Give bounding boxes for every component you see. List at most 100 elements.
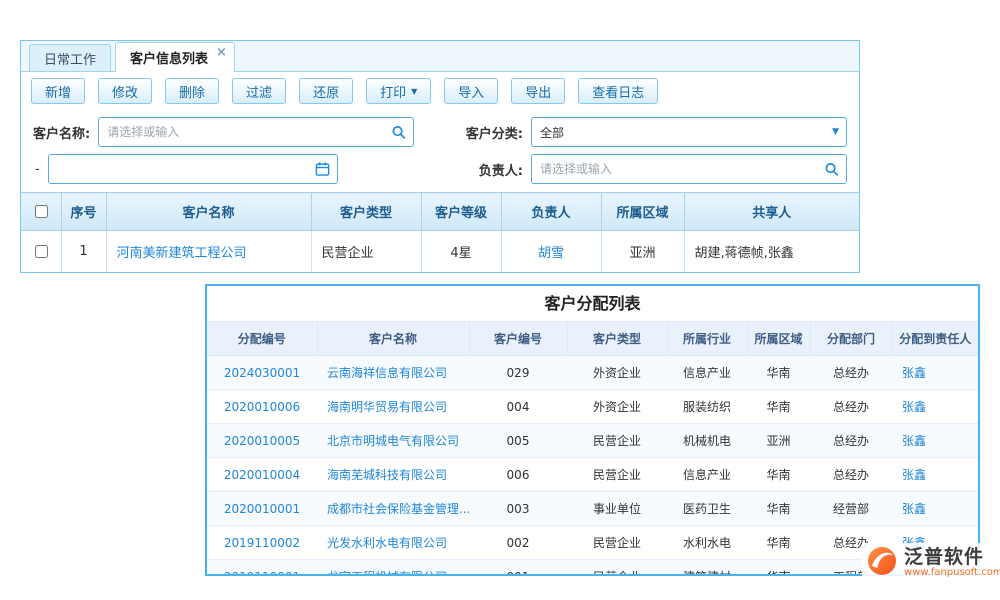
- filter-area: 客户名称: 客户分类: 全部 ▼ -: [21, 108, 859, 192]
- customer-name-link[interactable]: 河南美新建筑工程公司: [117, 246, 247, 261]
- allocation-cell: 总经办: [810, 390, 892, 424]
- calendar-icon[interactable]: [315, 162, 330, 177]
- col-header-assignee: 分配到责任人: [892, 322, 978, 356]
- fanpu-logo: 泛普软件 www.fanpusoft.com: [862, 543, 1000, 583]
- customer-category-select[interactable]: 全部 ▼: [531, 117, 847, 147]
- add-button[interactable]: 新增: [31, 78, 85, 104]
- customer-category-label: 客户分类:: [466, 123, 523, 142]
- allocation-cell-link[interactable]: 张鑫: [902, 434, 926, 448]
- col-header-customer-no: 客户编号: [469, 322, 567, 356]
- col-header-customer-type: 客户类型: [311, 193, 421, 231]
- allocation-cell: 光发水利水电有限公司: [317, 526, 469, 560]
- allocation-table-header-row: 分配编号 客户名称 客户编号 客户类型 所属行业 所属区域 分配部门 分配到责任…: [207, 322, 978, 356]
- allocation-cell-link[interactable]: 2020010001: [224, 502, 300, 516]
- allocation-cell: 2020010006: [207, 390, 317, 424]
- allocation-cell: 002: [469, 526, 567, 560]
- allocation-cell-link[interactable]: 成都市社会保险基金管理...: [327, 502, 469, 516]
- allocation-cell: 张鑫: [892, 458, 978, 492]
- cell-region: 亚洲: [601, 231, 684, 273]
- allocation-cell: 机械机电: [667, 424, 747, 458]
- cell-customer-type: 民营企业: [311, 231, 421, 273]
- search-icon[interactable]: [824, 162, 839, 177]
- allocation-cell-link[interactable]: 张鑫: [902, 502, 926, 516]
- allocation-cell: 民营企业: [567, 560, 667, 577]
- allocation-cell: 2019110001: [207, 560, 317, 577]
- date-field: [48, 154, 338, 184]
- delete-button[interactable]: 删除: [165, 78, 219, 104]
- row-checkbox[interactable]: [35, 245, 48, 258]
- select-all-checkbox[interactable]: [35, 205, 48, 218]
- allocation-cell-link[interactable]: 2020010005: [224, 434, 300, 448]
- allocation-table-row[interactable]: 2024030001云南海祥信息有限公司029外资企业信息产业华南总经办张鑫: [207, 356, 978, 390]
- col-header-responsible: 负责人: [501, 193, 601, 231]
- customer-table: 序号 客户名称 客户类型 客户等级 负责人 所属区域 共享人 1 河南美新建筑工…: [21, 192, 859, 272]
- allocation-table-row[interactable]: 2020010005北京市明城电气有限公司005民营企业机械机电亚洲总经办张鑫: [207, 424, 978, 458]
- allocation-cell-link[interactable]: 张鑫: [902, 468, 926, 482]
- allocation-table-row[interactable]: 2020010001成都市社会保险基金管理...003事业单位医药卫生华南经营部…: [207, 492, 978, 526]
- responsible-input[interactable]: [532, 155, 846, 183]
- allocation-cell-link[interactable]: 张鑫: [902, 366, 926, 380]
- export-button[interactable]: 导出: [511, 78, 565, 104]
- date-input[interactable]: [49, 155, 337, 183]
- allocation-table-row[interactable]: 2020010006海南明华贸易有限公司004外资企业服装纺织华南总经办张鑫: [207, 390, 978, 424]
- allocation-cell: 水利水电: [667, 526, 747, 560]
- import-button[interactable]: 导入: [444, 78, 498, 104]
- allocation-cell: 总经办: [810, 458, 892, 492]
- responsible-link[interactable]: 胡雪: [538, 246, 564, 261]
- customer-name-input[interactable]: [99, 118, 413, 146]
- allocation-cell: 006: [469, 458, 567, 492]
- responsible-group: 负责人:: [479, 154, 847, 184]
- close-icon[interactable]: ×: [216, 46, 227, 59]
- allocation-cell: 2019110002: [207, 526, 317, 560]
- allocation-cell-link[interactable]: 云南海祥信息有限公司: [327, 366, 447, 380]
- allocation-cell: 信息产业: [667, 356, 747, 390]
- restore-button[interactable]: 还原: [299, 78, 353, 104]
- allocation-cell: 海南芜城科技有限公司: [317, 458, 469, 492]
- fanpu-logo-icon: [866, 545, 898, 581]
- allocation-cell: 信息产业: [667, 458, 747, 492]
- customer-info-panel: 日常工作 客户信息列表 × 新增 修改 删除 过滤 还原 打印 ▼ 导入 导出 …: [20, 40, 860, 273]
- customer-table-row[interactable]: 1 河南美新建筑工程公司 民营企业 4星 胡雪 亚洲 胡建,蒋德帧,张鑫: [21, 231, 859, 273]
- col-header-allocation-no: 分配编号: [207, 322, 317, 356]
- allocation-cell-link[interactable]: 龙宇工程机械有限公司: [327, 570, 447, 576]
- allocation-cell-link[interactable]: 海南明华贸易有限公司: [327, 400, 447, 414]
- customer-name-field: [98, 117, 414, 147]
- allocation-cell: 华南: [747, 560, 810, 577]
- search-icon[interactable]: [391, 125, 406, 140]
- tab-daily-work[interactable]: 日常工作: [29, 44, 111, 71]
- filter-button[interactable]: 过滤: [232, 78, 286, 104]
- cell-checkbox: [21, 231, 61, 273]
- cell-shared: 胡建,蒋德帧,张鑫: [684, 231, 859, 273]
- allocation-cell-link[interactable]: 2019110002: [224, 536, 300, 550]
- edit-button[interactable]: 修改: [98, 78, 152, 104]
- allocation-cell: 亚洲: [747, 424, 810, 458]
- selected-value: 全部: [532, 124, 564, 141]
- allocation-cell: 张鑫: [892, 390, 978, 424]
- allocation-cell-link[interactable]: 2019110001: [224, 570, 300, 577]
- print-button[interactable]: 打印 ▼: [366, 78, 431, 104]
- allocation-cell-link[interactable]: 2024030001: [224, 366, 300, 380]
- cell-responsible: 胡雪: [501, 231, 601, 273]
- allocation-cell: 005: [469, 424, 567, 458]
- allocation-cell-link[interactable]: 张鑫: [902, 400, 926, 414]
- tab-customer-info-list[interactable]: 客户信息列表 ×: [115, 42, 235, 72]
- allocation-cell-link[interactable]: 2020010004: [224, 468, 300, 482]
- allocation-cell-link[interactable]: 北京市明城电气有限公司: [327, 434, 459, 448]
- allocation-cell-link[interactable]: 2020010006: [224, 400, 300, 414]
- tab-label: 日常工作: [44, 49, 96, 68]
- chevron-down-icon: ▼: [832, 127, 839, 137]
- allocation-cell: 龙宇工程机械有限公司: [317, 560, 469, 577]
- allocation-cell: 029: [469, 356, 567, 390]
- responsible-label: 负责人:: [479, 160, 523, 179]
- allocation-cell: 2024030001: [207, 356, 317, 390]
- allocation-cell: 2020010001: [207, 492, 317, 526]
- allocation-cell: 华南: [747, 492, 810, 526]
- allocation-cell-link[interactable]: 光发水利水电有限公司: [327, 536, 447, 550]
- allocation-cell-link[interactable]: 海南芜城科技有限公司: [327, 468, 447, 482]
- allocation-table-row[interactable]: 2020010004海南芜城科技有限公司006民营企业信息产业华南总经办张鑫: [207, 458, 978, 492]
- allocation-cell: 外资企业: [567, 356, 667, 390]
- view-log-button[interactable]: 查看日志: [578, 78, 658, 104]
- allocation-cell: 总经办: [810, 424, 892, 458]
- allocation-cell: 成都市社会保险基金管理...: [317, 492, 469, 526]
- select-all-header: [21, 193, 61, 231]
